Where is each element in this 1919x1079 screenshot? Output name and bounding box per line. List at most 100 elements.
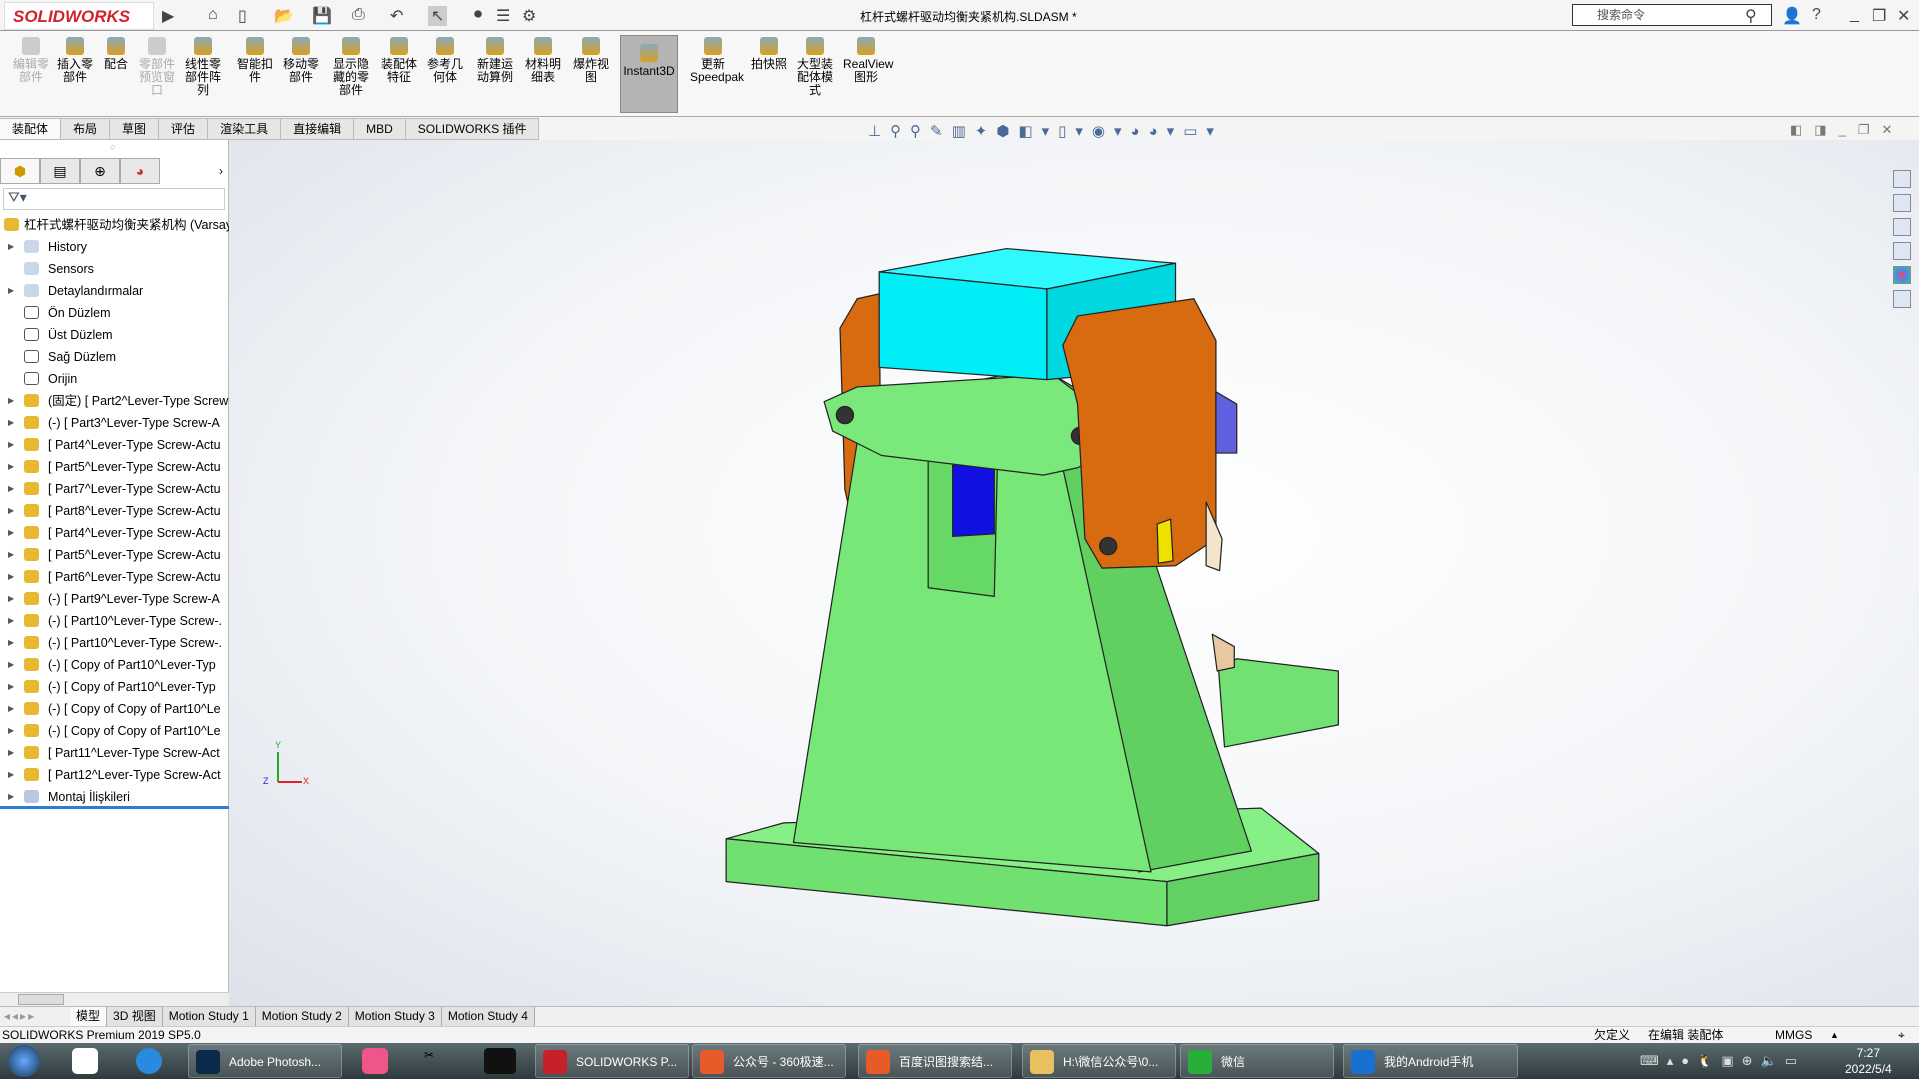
new-document-icon[interactable]: ▯ <box>238 6 247 26</box>
ribbon-button-insert-component[interactable]: 插入零部件 <box>52 35 98 84</box>
units-selector[interactable]: MMGS <box>1775 1027 1812 1044</box>
help-icon[interactable]: ? <box>1812 6 1821 24</box>
bottom-tab[interactable]: 3D 视图 <box>107 1007 163 1026</box>
property-manager-tab-icon[interactable]: ▤ <box>40 158 80 184</box>
taskbar-button[interactable]: SOLIDWORKS P... <box>535 1044 689 1078</box>
search-commands-input[interactable]: 搜索命令 <box>1572 4 1772 26</box>
expand-menu-icon[interactable]: ▶ <box>162 6 174 26</box>
bottom-tab[interactable]: Motion Study 1 <box>162 1007 256 1026</box>
expand-arrow-icon[interactable]: ▶ <box>8 632 14 654</box>
tree-item[interactable]: ▶ Detaylandırmalar <box>0 280 229 302</box>
horizontal-scrollbar[interactable] <box>0 992 229 1006</box>
ribbon-button-reference-geometry[interactable]: 参考几何体 <box>422 35 468 84</box>
expand-arrow-icon[interactable]: ▶ <box>8 764 14 786</box>
ribbon-button-snapshot[interactable]: 拍快照 <box>746 35 792 71</box>
solidworks-logo[interactable]: SOLIDWORKS <box>4 2 154 30</box>
system-tray-icons[interactable]: ⌨▴●🐧▣⊕🔈▭ <box>1640 1053 1805 1069</box>
expand-arrow-icon[interactable]: ▶ <box>8 412 14 434</box>
expand-arrow-icon[interactable]: ▶ <box>8 500 14 522</box>
print-icon[interactable]: ⎙ <box>352 6 365 24</box>
solidworks-resources-icon[interactable] <box>1893 170 1911 188</box>
baidu-netdisk-icon[interactable] <box>72 1048 98 1074</box>
viewport-window-controls[interactable]: ◧◨_❐✕ <box>1790 122 1904 138</box>
bottom-tab[interactable]: Motion Study 3 <box>348 1007 442 1026</box>
command-tab[interactable]: 草图 <box>110 118 160 140</box>
expand-arrow-icon[interactable]: ▶ <box>8 478 14 500</box>
assembly-model[interactable] <box>229 140 1919 1008</box>
tree-filter-icon[interactable]: ⛛▾ <box>3 188 225 210</box>
ribbon-button-large-assembly[interactable]: 大型装配体模式 <box>792 35 838 97</box>
home-icon[interactable]: ⌂ <box>208 6 218 24</box>
command-tab[interactable]: 直接编辑 <box>281 118 355 140</box>
expand-arrow-icon[interactable]: ▶ <box>8 786 14 808</box>
tree-item[interactable]: ▶ (-) [ Part10^Lever-Type Screw-. <box>0 610 229 632</box>
expand-arrow-icon[interactable]: ▶ <box>8 280 14 302</box>
expand-arrow-icon[interactable]: ▶ <box>8 456 14 478</box>
panel-expand-icon[interactable]: › <box>160 158 229 184</box>
tree-item[interactable]: ▶ [ Part11^Lever-Type Screw-Act <box>0 742 229 764</box>
close-icon[interactable]: ✕ <box>1897 6 1910 26</box>
ribbon-button-assembly-feature[interactable]: 装配体特征 <box>376 35 422 84</box>
taskbar-button[interactable]: 微信 <box>1180 1044 1334 1078</box>
start-button-icon[interactable] <box>8 1045 40 1077</box>
tree-item[interactable]: ▶ Montaj İlişkileri <box>0 786 229 808</box>
taskbar-button[interactable]: Adobe Photosh... <box>188 1044 342 1078</box>
tree-item[interactable]: ▶ (-) [ Part10^Lever-Type Screw-. <box>0 632 229 654</box>
bottom-tab[interactable]: Motion Study 4 <box>441 1007 535 1026</box>
ribbon-button-show-hidden[interactable]: 显示隐藏的零部件 <box>328 35 374 97</box>
tree-item[interactable]: ▶ [ Part5^Lever-Type Screw-Actu <box>0 544 229 566</box>
expand-arrow-icon[interactable]: ▶ <box>8 236 14 258</box>
tree-item[interactable]: Üst Düzlem <box>0 324 229 346</box>
options-gear-icon[interactable]: ⚙ <box>522 6 536 26</box>
expand-arrow-icon[interactable]: ▶ <box>8 522 14 544</box>
expand-arrow-icon[interactable]: ▶ <box>8 720 14 742</box>
undo-icon[interactable]: ↶ <box>390 6 403 26</box>
command-tab[interactable]: 渲染工具 <box>208 118 282 140</box>
browser-icon[interactable] <box>136 1048 162 1074</box>
ribbon-button-linear-pattern[interactable]: 线性零部件阵列 <box>180 35 226 97</box>
tree-item[interactable]: ▶ (-) [ Copy of Copy of Part10^Le <box>0 698 229 720</box>
tree-item[interactable]: ▶ History <box>0 236 229 258</box>
heads-up-view-toolbar[interactable]: ⊥⚲⚲✎▥✦⬢◧▾▯▾◉▾◕◕▾▭▾ <box>868 122 1223 140</box>
expand-arrow-icon[interactable]: ▶ <box>8 390 14 412</box>
ribbon-button-component-preview[interactable]: 零部件预览窗口 <box>134 35 180 97</box>
tree-item[interactable]: ▶ (-) [ Copy of Part10^Lever-Typ <box>0 654 229 676</box>
tree-item[interactable]: Sağ Düzlem <box>0 346 229 368</box>
appearances-icon[interactable] <box>1893 266 1911 284</box>
tree-root-assembly[interactable]: 杠杆式螺杆驱动均衡夹紧机构 (Varsay <box>0 214 229 236</box>
file-properties-icon[interactable]: ☰ <box>496 6 510 26</box>
panel-splitter-handle[interactable]: ○ <box>110 142 115 152</box>
search-icon[interactable]: ⚲ <box>1745 6 1757 26</box>
expand-arrow-icon[interactable]: ▶ <box>8 676 14 698</box>
expand-arrow-icon[interactable]: ▶ <box>8 588 14 610</box>
taskbar-button[interactable]: 百度识图搜索结... <box>858 1044 1012 1078</box>
view-palette-icon[interactable] <box>1893 242 1911 260</box>
configuration-manager-tab-icon[interactable]: ⊕ <box>80 158 120 184</box>
user-icon[interactable]: 👤 <box>1782 6 1802 26</box>
tree-item[interactable]: ▶ [ Part6^Lever-Type Screw-Actu <box>0 566 229 588</box>
tree-item[interactable]: ▶ (-) [ Part9^Lever-Type Screw-A <box>0 588 229 610</box>
save-icon[interactable]: 💾 <box>312 6 332 26</box>
open-icon[interactable]: 📂 <box>274 6 294 26</box>
bottom-tab[interactable]: Motion Study 2 <box>255 1007 349 1026</box>
ribbon-button-realview[interactable]: RealView图形 <box>843 35 893 84</box>
ribbon-button-mate[interactable]: 配合 <box>93 35 139 71</box>
taskbar-button[interactable]: 公众号 - 360极速... <box>692 1044 846 1078</box>
expand-arrow-icon[interactable]: ▶ <box>8 698 14 720</box>
tree-item[interactable]: ▶ [ Part4^Lever-Type Screw-Actu <box>0 434 229 456</box>
feature-manager-tab-icon[interactable]: ⬢ <box>0 158 40 184</box>
design-library-icon[interactable] <box>1893 194 1911 212</box>
tree-item[interactable]: ▶ (固定) [ Part2^Lever-Type Screw <box>0 390 229 412</box>
ribbon-button-new-motion-study[interactable]: 新建运动算例 <box>472 35 518 84</box>
tree-item[interactable]: ▶ (-) [ Copy of Copy of Part10^Le <box>0 720 229 742</box>
file-explorer-icon[interactable] <box>1893 218 1911 236</box>
taskbar-button[interactable]: 我的Android手机 <box>1343 1044 1518 1078</box>
restore-icon[interactable]: ❐ <box>1872 6 1886 26</box>
expand-arrow-icon[interactable]: ▶ <box>8 566 14 588</box>
tree-item[interactable]: ▶ (-) [ Part3^Lever-Type Screw-A <box>0 412 229 434</box>
select-icon[interactable]: ↖ <box>428 6 448 26</box>
bottom-tab[interactable]: 模型 <box>70 1007 108 1026</box>
expand-arrow-icon[interactable]: ▶ <box>8 742 14 764</box>
ribbon-button-smart-fasteners[interactable]: 智能扣件 <box>232 35 278 84</box>
command-tab[interactable]: 评估 <box>159 118 209 140</box>
